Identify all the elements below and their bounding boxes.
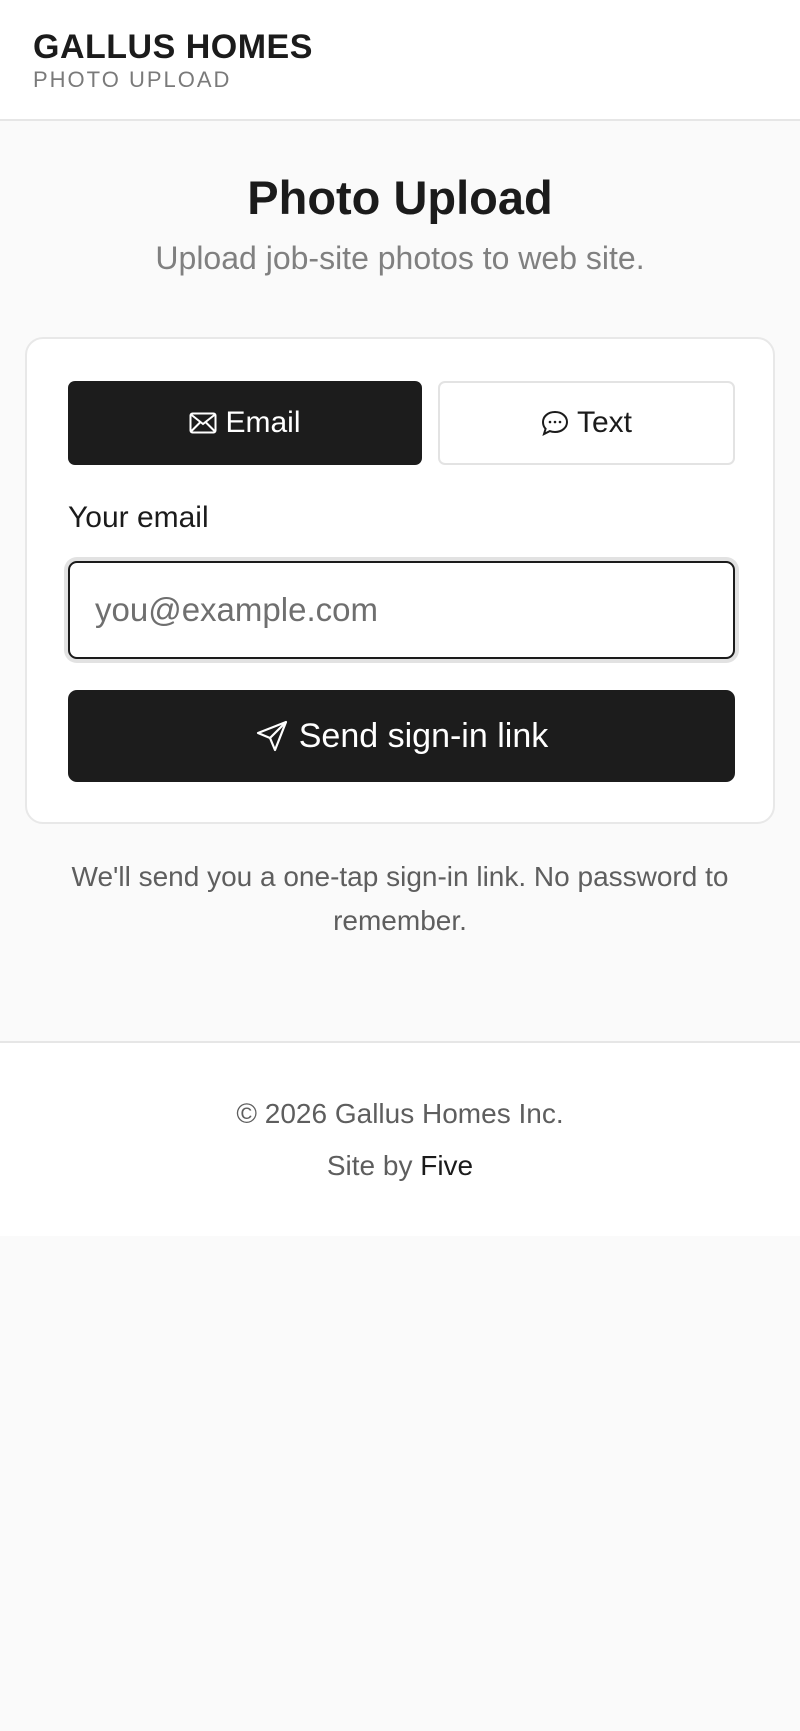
email-field-label: Your email	[68, 501, 209, 534]
email-field[interactable]	[68, 561, 735, 659]
copyright-text: © 2026 Gallus Homes Inc.	[236, 1098, 564, 1129]
site-credit: Site by Five	[0, 1150, 800, 1182]
helper-text: We'll send you a one-tap sign-in link. N…	[71, 861, 729, 936]
send-signin-link-label: Send sign-in link	[298, 716, 549, 755]
speech-bubble-icon	[541, 410, 569, 436]
signin-card: Email Text Your email Send sign-in link	[25, 337, 775, 824]
page-subtitle: Upload job-site photos to web site.	[155, 240, 645, 276]
brand-subtitle: PHOTO UPLOAD	[33, 67, 232, 92]
brand-name[interactable]: GALLUS HOMES	[33, 28, 313, 67]
tab-text[interactable]: Text	[438, 381, 735, 465]
site-header: GALLUS HOMES PHOTO UPLOAD	[0, 0, 800, 121]
credit-prefix: Site by	[326, 1150, 413, 1181]
envelope-icon	[189, 412, 217, 434]
send-signin-link-button[interactable]: Send sign-in link	[68, 690, 735, 782]
tab-email-label: Email	[225, 406, 301, 439]
page-title: Photo Upload	[247, 171, 553, 224]
credit-link[interactable]: Five	[420, 1150, 473, 1181]
paper-plane-icon	[255, 719, 289, 753]
tab-email[interactable]: Email	[68, 381, 422, 465]
tab-text-label: Text	[576, 406, 633, 439]
site-footer: © 2026 Gallus Homes Inc. Site by Five	[0, 1041, 800, 1236]
